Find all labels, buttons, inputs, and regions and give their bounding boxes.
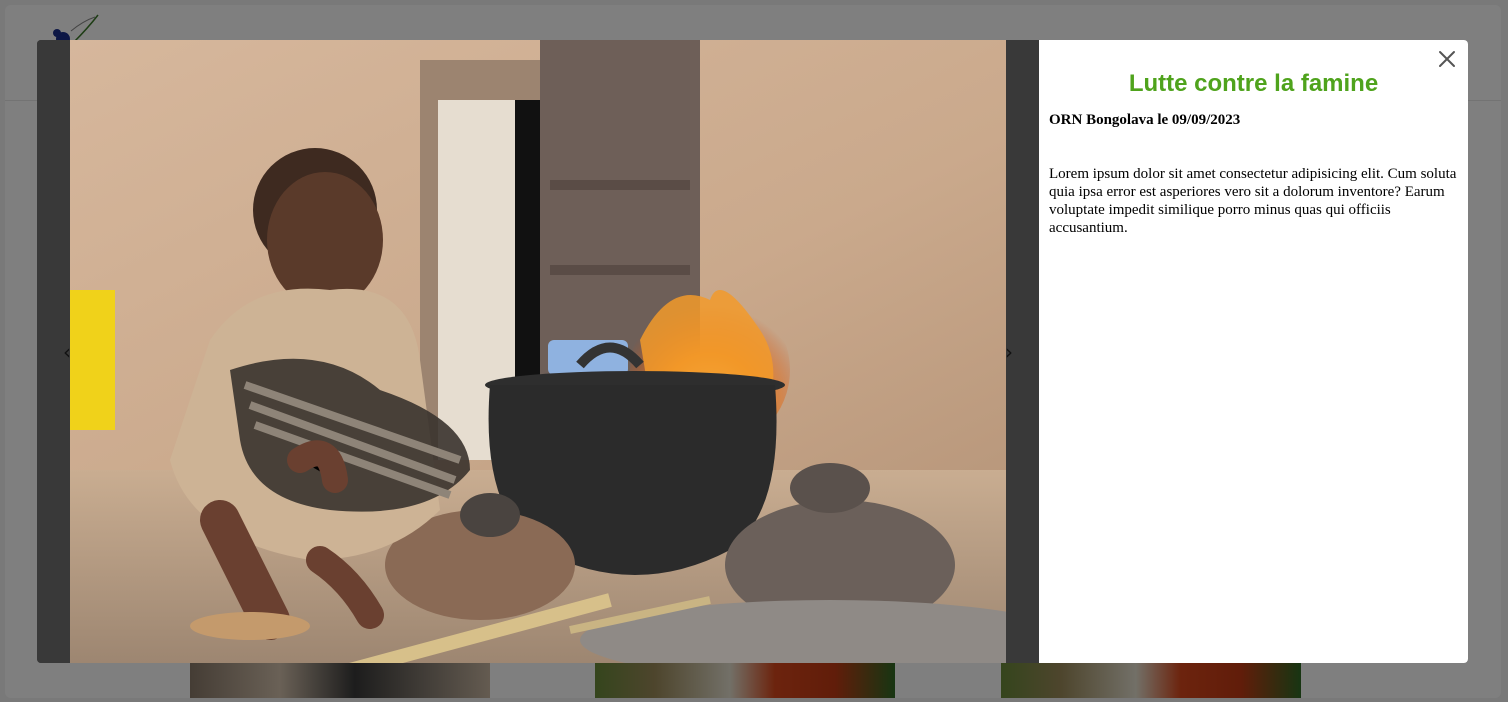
gallery-modal: ‹ › Lutte contre la famine ORN Bongolava… — [37, 40, 1468, 663]
photo-area: ‹ › — [37, 40, 1039, 663]
modal-description: Lorem ipsum dolor sit amet consectetur a… — [1049, 166, 1457, 236]
modal-meta: ORN Bongolava le 09/09/2023 — [1049, 112, 1241, 128]
close-icon[interactable] — [1436, 48, 1458, 70]
modal-title: Lutte contre la famine — [1128, 70, 1379, 97]
next-arrow-button[interactable]: › — [999, 338, 1019, 366]
gallery-photo — [70, 40, 1006, 663]
info-panel: Lutte contre la famine ORN Bongolava le … — [1039, 40, 1468, 663]
previous-arrow-button[interactable]: ‹ — [57, 338, 77, 366]
